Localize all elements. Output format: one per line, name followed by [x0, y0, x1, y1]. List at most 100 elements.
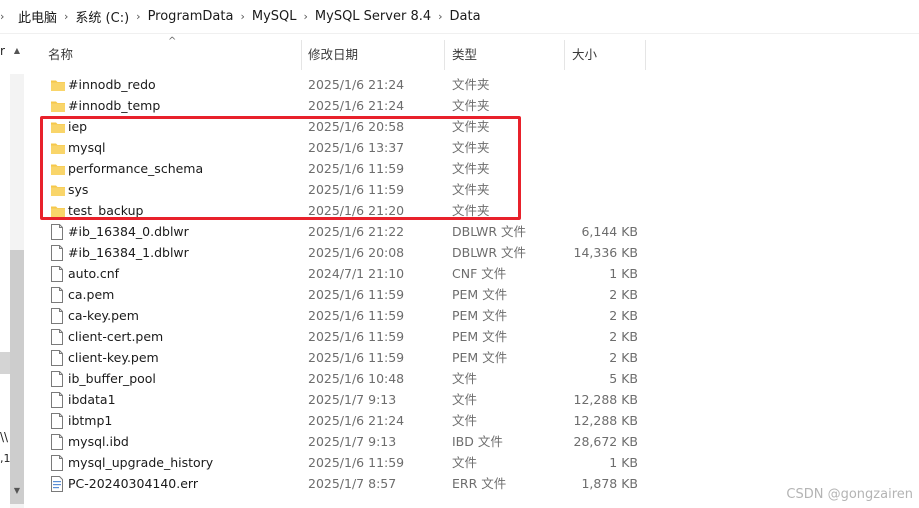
file-size: 2 KB	[609, 308, 638, 323]
file-size: 6,144 KB	[581, 224, 638, 239]
file-modified-date: 2025/1/6 20:08	[308, 245, 405, 260]
file-icon	[50, 413, 64, 429]
folder-row[interactable]: performance_schema 2025/1/6 11:59 文件夹	[40, 158, 919, 179]
file-name: client-cert.pem	[68, 329, 164, 344]
column-divider[interactable]	[444, 40, 445, 70]
scroll-up-arrow-icon[interactable]: ▲	[10, 44, 24, 58]
file-size	[530, 137, 638, 158]
file-icon	[50, 455, 64, 471]
file-modified-date: 2025/1/6 21:24	[308, 413, 405, 428]
scroll-down-arrow-icon[interactable]: ▼	[10, 484, 24, 498]
file-size	[530, 116, 638, 137]
file-type: PEM 文件	[452, 287, 508, 302]
folder-row[interactable]: iep 2025/1/6 20:58 文件夹	[40, 116, 919, 137]
breadcrumb-item-programdata[interactable]: ProgramData ›	[144, 0, 248, 34]
file-name: #innodb_redo	[68, 77, 156, 92]
watermark: CSDN @gongzairen	[786, 487, 913, 502]
file-size: 1,878 KB	[581, 476, 638, 491]
file-size: 12,288 KB	[573, 413, 638, 428]
file-row[interactable]: ibtmp1 2025/1/6 21:24 文件 12,288 KB	[40, 410, 919, 431]
file-type: 文件夹	[452, 140, 490, 155]
breadcrumb-item-data[interactable]: Data	[446, 0, 485, 34]
folder-row[interactable]: #innodb_temp 2025/1/6 21:24 文件夹	[40, 95, 919, 116]
file-name: mysql_upgrade_history	[68, 455, 214, 470]
file-icon	[50, 266, 64, 282]
address-breadcrumb: › 此电脑 › 系统 (C:) › ProgramData › MySQL › MySQ…	[0, 0, 919, 34]
breadcrumb-chevron-icon[interactable]: ›	[0, 10, 4, 23]
file-modified-date: 2025/1/6 11:59	[308, 308, 405, 323]
column-divider[interactable]	[645, 40, 646, 70]
file-type: IBD 文件	[452, 434, 503, 449]
file-modified-date: 2025/1/7 8:57	[308, 476, 397, 491]
column-divider[interactable]	[564, 40, 565, 70]
scrollbar-thumb[interactable]	[10, 250, 24, 504]
file-type: PEM 文件	[452, 308, 508, 323]
folder-icon	[50, 98, 65, 114]
file-modified-date: 2025/1/6 11:59	[308, 161, 405, 176]
folder-icon	[50, 182, 65, 198]
file-modified-date: 2024/7/1 21:10	[308, 266, 405, 281]
breadcrumb-item-this-pc[interactable]: 此电脑 ›	[14, 0, 71, 34]
file-type: 文件	[452, 413, 478, 428]
file-type: 文件夹	[452, 77, 490, 92]
column-header-date[interactable]: 修改日期	[308, 34, 358, 72]
file-name: auto.cnf	[68, 266, 120, 281]
file-modified-date: 2025/1/6 11:59	[308, 329, 405, 344]
file-list: #innodb_redo 2025/1/6 21:24 文件夹 #innodb_tem…	[40, 74, 919, 494]
file-row[interactable]: ibdata1 2025/1/7 9:13 文件 12,288 KB	[40, 389, 919, 410]
file-type: 文件	[452, 392, 478, 407]
folder-icon	[50, 161, 65, 177]
column-header-size[interactable]: 大小	[572, 34, 597, 72]
file-size	[530, 74, 638, 95]
column-header-name[interactable]: 名称	[48, 34, 73, 72]
file-name: #ib_16384_0.dblwr	[68, 224, 189, 239]
chevron-right-icon[interactable]: ›	[435, 10, 445, 23]
breadcrumb-item-mysql[interactable]: MySQL ›	[248, 0, 311, 34]
chevron-right-icon[interactable]: ›	[61, 10, 71, 23]
breadcrumb-item-mysql-server[interactable]: MySQL Server 8.4 ›	[311, 0, 446, 34]
folder-row[interactable]: sys 2025/1/6 11:59 文件夹	[40, 179, 919, 200]
column-divider[interactable]	[301, 40, 302, 70]
file-modified-date: 2025/1/7 9:13	[308, 392, 397, 407]
file-icon	[50, 434, 64, 450]
file-row[interactable]: #ib_16384_1.dblwr 2025/1/6 20:08 DBLWR 文件 1…	[40, 242, 919, 263]
breadcrumb-item-c-drive[interactable]: 系统 (C:) ›	[71, 0, 143, 34]
file-type: 文件	[452, 371, 478, 386]
file-size: 2 KB	[609, 350, 638, 365]
file-row[interactable]: ib_buffer_pool 2025/1/6 10:48 文件 5 KB	[40, 368, 919, 389]
folder-row[interactable]: test_backup 2025/1/6 21:20 文件夹	[40, 200, 919, 221]
file-icon	[50, 371, 64, 387]
file-icon	[50, 329, 64, 345]
file-type: 文件夹	[452, 203, 490, 218]
file-size: 5 KB	[609, 371, 638, 386]
file-row[interactable]: #ib_16384_0.dblwr 2025/1/6 21:22 DBLWR 文件 6…	[40, 221, 919, 242]
folder-row[interactable]: #innodb_redo 2025/1/6 21:24 文件夹	[40, 74, 919, 95]
file-name: mysql	[68, 140, 106, 155]
file-icon	[50, 392, 64, 408]
file-icon	[50, 224, 64, 240]
column-header-type[interactable]: 类型	[452, 34, 477, 72]
file-modified-date: 2025/1/6 20:58	[308, 119, 405, 134]
nav-pane-selection	[0, 352, 10, 374]
file-row[interactable]: ca-key.pem 2025/1/6 11:59 PEM 文件 2 KB	[40, 305, 919, 326]
file-row[interactable]: ca.pem 2025/1/6 11:59 PEM 文件 2 KB	[40, 284, 919, 305]
chevron-right-icon[interactable]: ›	[133, 10, 143, 23]
chevron-right-icon[interactable]: ›	[301, 10, 311, 23]
file-row[interactable]: client-key.pem 2025/1/6 11:59 PEM 文件 2 KB	[40, 347, 919, 368]
file-row[interactable]: mysql_upgrade_history 2025/1/6 11:59 文件 1 K…	[40, 452, 919, 473]
file-type: 文件	[452, 455, 478, 470]
file-modified-date: 2025/1/6 21:24	[308, 77, 405, 92]
file-row[interactable]: client-cert.pem 2025/1/6 11:59 PEM 文件 2 KB	[40, 326, 919, 347]
folder-icon	[50, 119, 65, 135]
file-name: test_backup	[68, 203, 144, 218]
nav-pane-scrollbar[interactable]	[10, 74, 24, 508]
file-row[interactable]: mysql.ibd 2025/1/7 9:13 IBD 文件 28,672 KB	[40, 431, 919, 452]
file-row[interactable]: auto.cnf 2024/7/1 21:10 CNF 文件 1 KB	[40, 263, 919, 284]
file-modified-date: 2025/1/6 13:37	[308, 140, 405, 155]
folder-row[interactable]: mysql 2025/1/6 13:37 文件夹	[40, 137, 919, 158]
file-modified-date: 2025/1/6 11:59	[308, 182, 405, 197]
err-file-icon	[50, 476, 64, 492]
file-name: ibdata1	[68, 392, 116, 407]
file-name: PC-20240304140.err	[68, 476, 198, 491]
chevron-right-icon[interactable]: ›	[237, 10, 247, 23]
